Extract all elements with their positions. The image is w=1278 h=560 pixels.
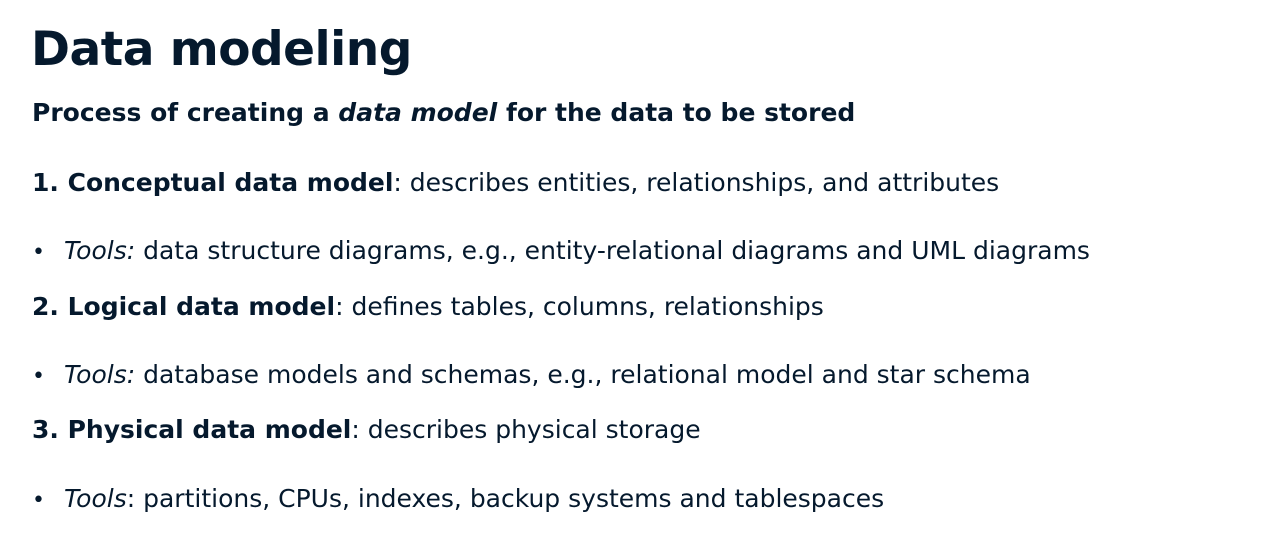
page-title: Data modeling (31, 22, 412, 77)
logical-model-line: 2. Logical data model: defines tables, c… (32, 290, 824, 324)
conceptual-model-heading: 1. Conceptual data model (32, 168, 394, 197)
bullet-icon: • (32, 364, 45, 389)
tools-text: data structure diagrams, e.g., entity-re… (135, 236, 1090, 265)
slide: Data modeling Process of creating a data… (0, 0, 1278, 560)
bullet-icon: • (32, 240, 45, 265)
tools-text: : partitions, CPUs, indexes, backup syst… (126, 484, 885, 513)
physical-model-description: : describes physical storage (351, 415, 701, 444)
logical-model-tools: • Tools: database models and schemas, e.g… (32, 358, 1031, 394)
subtitle-emphasis: data model (338, 98, 498, 127)
tools-text: database models and schemas, e.g., relat… (135, 360, 1031, 389)
bullet-icon: • (32, 488, 45, 513)
physical-model-heading: 3. Physical data model (32, 415, 352, 444)
logical-model-heading: 2. Logical data model (32, 292, 336, 321)
physical-model-line: 3. Physical data model: describes physic… (32, 413, 701, 447)
logical-model-description: : defines tables, columns, relationships (335, 292, 824, 321)
subtitle: Process of creating a data model for the… (32, 96, 855, 130)
tools-label: Tools: (64, 360, 136, 389)
conceptual-model-tools: • Tools: data structure diagrams, e.g., e… (32, 234, 1090, 270)
subtitle-prefix: Process of creating a (32, 98, 339, 127)
conceptual-model-line: 1. Conceptual data model: describes enti… (32, 166, 999, 200)
tools-label: Tools (64, 484, 127, 513)
conceptual-model-description: : describes entities, relationships, and… (393, 168, 1000, 197)
tools-label: Tools: (64, 236, 136, 265)
subtitle-suffix: for the data to be stored (497, 98, 856, 127)
physical-model-tools: • Tools: partitions, CPUs, indexes, backu… (32, 482, 884, 518)
